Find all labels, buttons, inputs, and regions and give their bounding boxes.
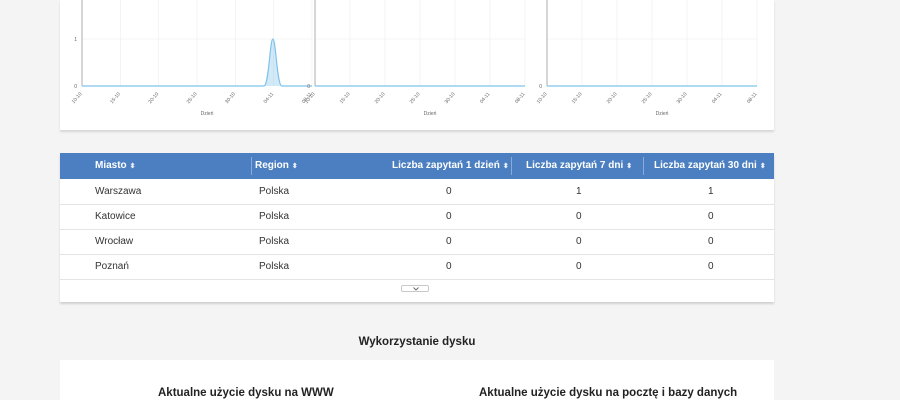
x-tick-label: 20-10 bbox=[147, 91, 160, 105]
x-tick-label: 30-10 bbox=[676, 91, 689, 105]
query-charts: 10-10 15-10 20-10 25-10 30-10 04-11 08-11 0 1 Dzi… bbox=[71, 0, 759, 117]
y-tick-label: 0 bbox=[539, 84, 542, 90]
disk-usage-card: Aktualne użycie dysku na WWW Aktualne uż… bbox=[60, 360, 774, 400]
sort-icon: ⬍ bbox=[759, 163, 766, 170]
x-tick-label: 25-10 bbox=[186, 91, 199, 105]
expand-table-button[interactable] bbox=[401, 285, 429, 292]
column-header-queries-7-days[interactable]: Liczba zapytań 7 dni ⬍ bbox=[526, 153, 632, 179]
cell-queries-7-days: 0 bbox=[576, 236, 582, 247]
cell-region: Polska bbox=[259, 236, 290, 247]
x-tick-label: 30-10 bbox=[444, 91, 457, 105]
x-tick-label: 04-11 bbox=[263, 91, 276, 105]
table-row: Poznań Polska 0 0 0 bbox=[60, 254, 774, 280]
x-tick-label: 25-10 bbox=[409, 91, 422, 105]
x-tick-label: 04-11 bbox=[479, 91, 492, 105]
x-tick-label: 20-10 bbox=[374, 91, 387, 105]
cell-queries-1-day: 0 bbox=[446, 186, 452, 197]
chevron-down-icon bbox=[413, 287, 419, 291]
www-disk-usage-title: Aktualne użycie dysku na WWW bbox=[158, 387, 334, 399]
sort-icon: ⬍ bbox=[291, 163, 298, 170]
cell-queries-30-days: 0 bbox=[708, 211, 714, 222]
x-tick-label: 10-10 bbox=[71, 91, 84, 105]
column-header-queries-30-days[interactable]: Liczba zapytań 30 dni ⬍ bbox=[654, 153, 766, 179]
cell-queries-1-day: 0 bbox=[446, 261, 452, 272]
x-tick-label: 15-10 bbox=[339, 91, 352, 105]
sort-icon: ⬍ bbox=[502, 163, 509, 170]
x-tick-label: 15-10 bbox=[571, 91, 584, 105]
y-tick-label: 0 bbox=[307, 84, 310, 90]
x-tick-label: 08-11 bbox=[746, 91, 759, 105]
x-axis-label: Dzień bbox=[201, 111, 214, 117]
x-tick-label: 04-11 bbox=[711, 91, 724, 105]
x-tick-label: 20-10 bbox=[606, 91, 619, 105]
y-tick-label: 0 bbox=[74, 84, 77, 90]
x-axis-label: Dzień bbox=[656, 111, 669, 117]
cell-queries-30-days: 0 bbox=[708, 261, 714, 272]
x-tick-label: 15-10 bbox=[109, 91, 122, 105]
cell-city: Katowice bbox=[95, 211, 136, 222]
column-separator bbox=[643, 157, 644, 175]
column-header-region[interactable]: Region ⬍ bbox=[255, 153, 298, 179]
disk-usage-section-title: Wykorzystanie dysku bbox=[358, 336, 476, 348]
column-header-queries-1-day[interactable]: Liczba zapytań 1 dzień ⬍ bbox=[392, 153, 509, 179]
column-separator bbox=[511, 157, 512, 175]
cell-region: Polska bbox=[259, 186, 290, 197]
city-queries-table: Miasto ⬍ Region ⬍ Liczba zapytań 1 dzień ⬍ … bbox=[60, 153, 774, 302]
x-tick-label: 30-10 bbox=[224, 91, 237, 105]
cell-city: Warszawa bbox=[95, 186, 142, 197]
cell-queries-1-day: 0 bbox=[446, 211, 452, 222]
column-header-miasto[interactable]: Miasto ⬍ bbox=[95, 153, 136, 179]
cell-city: Poznań bbox=[95, 261, 129, 272]
x-tick-label: 10-10 bbox=[536, 91, 549, 105]
x-axis-label: Dzień bbox=[424, 111, 437, 117]
table-header: Miasto ⬍ Region ⬍ Liczba zapytań 1 dzień ⬍ … bbox=[60, 153, 774, 179]
y-tick-label: 1 bbox=[74, 37, 77, 43]
sort-icon: ⬍ bbox=[129, 163, 136, 170]
table-row: Wrocław Polska 0 0 0 bbox=[60, 229, 774, 255]
sort-icon: ⬍ bbox=[626, 163, 633, 170]
cell-queries-30-days: 1 bbox=[708, 186, 714, 197]
table-row: Warszawa Polska 0 1 1 bbox=[60, 179, 774, 205]
mail-db-disk-usage-title: Aktualne użycie dysku na pocztę i bazy d… bbox=[479, 387, 738, 399]
query-charts-card: 10-10 15-10 20-10 25-10 30-10 04-11 08-11 0 1 Dzi… bbox=[60, 0, 774, 130]
cell-queries-1-day: 0 bbox=[446, 236, 452, 247]
x-tick-label: 08-11 bbox=[514, 91, 527, 105]
x-tick-label: 25-10 bbox=[641, 91, 654, 105]
table-row: Katowice Polska 0 0 0 bbox=[60, 204, 774, 230]
cell-queries-7-days: 0 bbox=[576, 261, 582, 272]
cell-queries-7-days: 1 bbox=[576, 186, 582, 197]
x-tick-label: 10-10 bbox=[304, 91, 317, 105]
cell-city: Wrocław bbox=[95, 236, 134, 247]
cell-region: Polska bbox=[259, 211, 290, 222]
cell-queries-30-days: 0 bbox=[708, 236, 714, 247]
cell-region: Polska bbox=[259, 261, 290, 272]
column-separator bbox=[251, 157, 252, 175]
cell-queries-7-days: 0 bbox=[576, 211, 582, 222]
